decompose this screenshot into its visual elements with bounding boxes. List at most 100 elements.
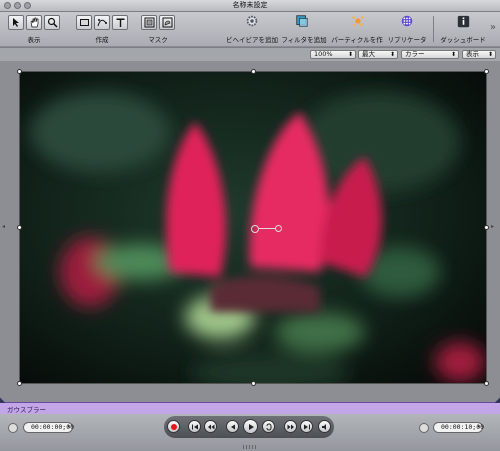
go-to-start-button[interactable] xyxy=(188,420,201,433)
duration-icon[interactable] xyxy=(419,423,429,433)
bounding-handle[interactable] xyxy=(17,381,22,386)
record-icon xyxy=(170,423,177,430)
bounding-handle[interactable] xyxy=(484,225,489,230)
select-tool-button[interactable] xyxy=(8,15,24,30)
pan-tool-button[interactable] xyxy=(26,15,42,30)
loop-icon xyxy=(266,423,271,430)
in-point-marker-icon[interactable]: ◣ xyxy=(0,396,5,404)
select-arrows-icon: ⬍ xyxy=(389,51,395,58)
filter-icon xyxy=(296,15,308,27)
rectangle-icon xyxy=(79,19,89,26)
zoom-icon xyxy=(47,17,58,28)
toolbar-divider xyxy=(433,16,434,42)
close-window-button[interactable] xyxy=(4,2,11,9)
canvas-area[interactable]: ◂ ▸ xyxy=(0,61,500,402)
current-time-field[interactable]: 00:00:00;00 ⬍ xyxy=(23,422,74,433)
gear-behaviors-icon xyxy=(246,15,258,27)
select-arrows-icon: ⬍ xyxy=(450,51,456,58)
arrow-select-icon xyxy=(12,18,19,27)
rectangle-tool-button[interactable] xyxy=(76,15,92,30)
record-button[interactable] xyxy=(167,420,180,433)
window-controls[interactable] xyxy=(4,2,31,9)
transport-controls: 00:00:00;00 ⬍ 00:00:10;00 ⬍ xyxy=(0,414,500,451)
text-tool-icon xyxy=(116,18,124,27)
go-to-start-icon xyxy=(191,424,198,429)
mask-bezier-icon xyxy=(162,17,172,28)
mask-rect-tool-button[interactable] xyxy=(141,15,157,30)
replicator-icon xyxy=(401,15,413,27)
rotation-handle-line xyxy=(259,228,276,229)
bounding-handle[interactable] xyxy=(17,225,22,230)
window-title-bar: 名称未設定 xyxy=(0,0,500,12)
create-tools-label: 作成 xyxy=(95,36,109,44)
step-back-icon xyxy=(230,424,235,429)
zoom-window-button[interactable] xyxy=(24,2,31,9)
canvas-frame[interactable] xyxy=(19,71,487,384)
window-title: 名称未設定 xyxy=(232,1,268,9)
resize-grip[interactable] xyxy=(243,445,257,449)
view-tools-group xyxy=(8,15,60,30)
select-arrows-icon: ⬍ xyxy=(487,51,493,58)
mask-rect-icon xyxy=(144,17,154,28)
view-options-bar: 100% ⬍ 最大 ⬍ カラー ⬍ 表示 ⬍ xyxy=(0,47,500,62)
right-edge-marker-icon: ▸ xyxy=(491,223,495,230)
go-to-end-button[interactable] xyxy=(300,420,313,433)
text-tool-button[interactable] xyxy=(112,15,128,30)
resolution-select[interactable]: 最大 ⬍ xyxy=(358,50,398,59)
add-behavior-label: ビヘイビアを追加 xyxy=(226,36,278,44)
bounding-handle[interactable] xyxy=(251,381,256,386)
mask-bezier-tool-button[interactable] xyxy=(159,15,175,30)
anchor-point-handle[interactable] xyxy=(251,225,259,233)
create-tools-group xyxy=(76,15,128,30)
add-filter-label: フィルタを追加 xyxy=(281,36,327,44)
hand-pan-icon xyxy=(30,17,38,28)
timecode-arrows-icon: ⬍ xyxy=(476,424,480,430)
view-select[interactable]: 表示 ⬍ xyxy=(462,50,496,59)
toolbar: 表示 作成 マスク ビヘイビアを追加 フィルタを追加 パーティクルを作成 xyxy=(0,12,500,54)
go-to-end-icon xyxy=(303,424,310,429)
next-frame-icon xyxy=(287,424,294,429)
previous-frame-icon xyxy=(207,424,214,429)
channels-value: カラー xyxy=(405,50,425,58)
audio-button[interactable] xyxy=(318,420,331,433)
minimize-window-button[interactable] xyxy=(14,2,21,9)
resolution-value: 最大 xyxy=(362,50,375,58)
select-arrows-icon: ⬍ xyxy=(347,51,353,58)
add-filter-button[interactable] xyxy=(294,13,310,29)
info-dashboard-icon xyxy=(457,15,469,27)
view-tools-label: 表示 xyxy=(27,36,41,44)
layer-name: ガウスブラー xyxy=(7,406,46,414)
mask-tools-label: マスク xyxy=(148,36,168,44)
bounding-handle[interactable] xyxy=(484,381,489,386)
dashboard-label: ダッシュボード xyxy=(440,36,486,44)
playback-button-group xyxy=(164,416,334,438)
left-edge-marker-icon: ◂ xyxy=(2,223,6,230)
dashboard-button[interactable] xyxy=(455,13,471,29)
zoom-level-select[interactable]: 100% ⬍ xyxy=(310,50,356,59)
play-button[interactable] xyxy=(243,419,258,434)
make-particles-button[interactable] xyxy=(350,13,366,29)
play-reverse-button[interactable] xyxy=(226,420,239,433)
toolbar-overflow-chevron-icon[interactable]: » xyxy=(490,22,496,33)
loop-button[interactable] xyxy=(262,420,275,433)
play-icon xyxy=(248,423,254,430)
duration-field[interactable]: 00:00:10;00 ⬍ xyxy=(433,422,484,433)
mask-tools-group xyxy=(141,15,175,30)
bounding-handle[interactable] xyxy=(17,69,22,74)
bezier-tool-button[interactable] xyxy=(94,15,110,30)
previous-frame-button[interactable] xyxy=(204,420,217,433)
out-point-marker-icon[interactable]: ◢ xyxy=(495,396,500,404)
zoom-tool-button[interactable] xyxy=(44,15,60,30)
channels-select[interactable]: カラー ⬍ xyxy=(401,50,459,59)
add-behavior-button[interactable] xyxy=(244,13,260,29)
bounding-handle[interactable] xyxy=(251,69,256,74)
particles-icon xyxy=(352,16,364,27)
playhead-timecode-icon[interactable] xyxy=(8,423,18,433)
next-frame-button[interactable] xyxy=(284,420,297,433)
bounding-handle[interactable] xyxy=(484,69,489,74)
speaker-icon xyxy=(321,423,326,430)
rotation-handle[interactable] xyxy=(275,225,282,232)
timecode-arrows-icon: ⬍ xyxy=(66,424,70,430)
replicator-button[interactable] xyxy=(399,13,415,29)
replicator-label: リプリケータ xyxy=(387,36,427,44)
